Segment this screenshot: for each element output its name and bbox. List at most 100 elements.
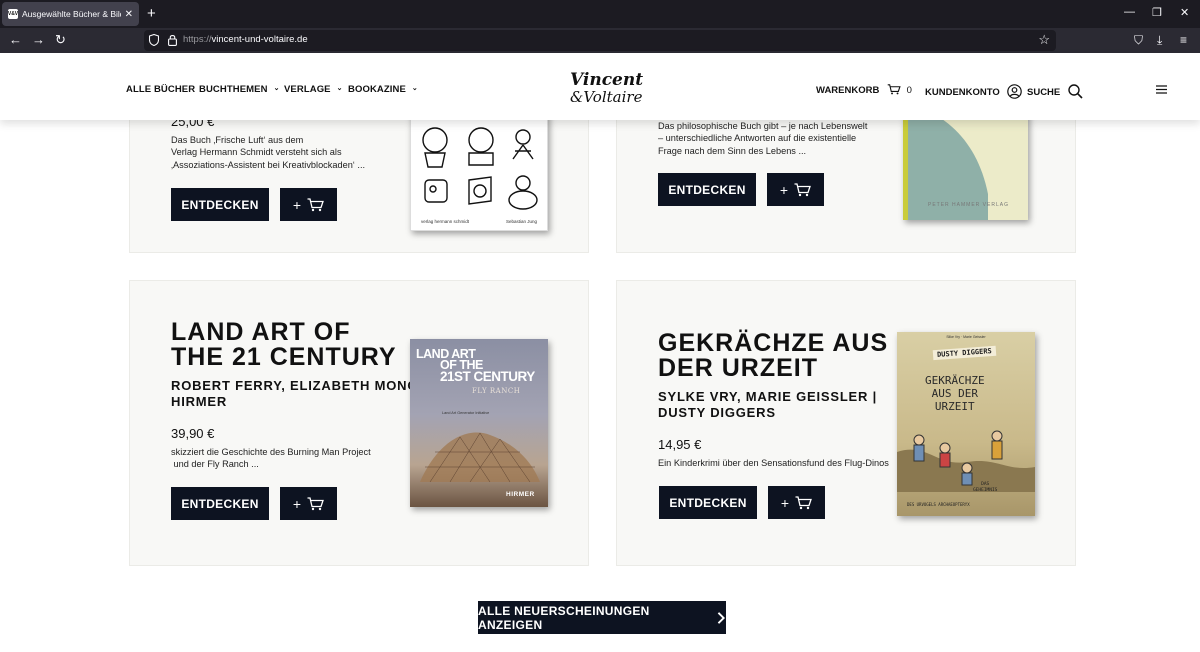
book-title: GEKRÄCHZE AUS DER URZEIT [658, 331, 888, 381]
cover-title-line: AUS DER [931, 387, 978, 400]
cart-icon [794, 182, 811, 196]
book-description: skizziert die Geschichte des Burning Man… [171, 446, 371, 471]
cart-icon [887, 84, 901, 95]
nav-label: BUCHTHEMEN [199, 84, 268, 95]
cover-structure-illustration [420, 432, 540, 483]
description-line: Verlag Hermann Schmidt versteht sich als [171, 147, 342, 158]
description-line: Ein Kinderkrimi über den Sensationsfund … [658, 458, 889, 468]
discover-button[interactable]: ENTDECKEN [659, 486, 757, 519]
cart-link[interactable]: WARENKORB 0 [816, 84, 912, 96]
author-line: SYLKE VRY, MARIE GEISSLER | [658, 389, 878, 404]
chevron-down-icon: ⌄ [336, 85, 343, 92]
book-price: 14,95 € [658, 437, 702, 452]
cart-icon [307, 197, 324, 211]
search-label: SUCHE [1027, 87, 1061, 98]
discover-button[interactable]: ENTDECKEN [658, 173, 756, 206]
add-to-cart-button[interactable]: + [280, 487, 337, 520]
cart-icon [307, 496, 324, 510]
cover-title: GEKRÄCHZE AUS DER URZEIT [925, 374, 985, 413]
cover-author: Sebastian Jung [505, 219, 537, 224]
cart-label: WARENKORB [816, 85, 880, 96]
page-content: 25,00 € Das Buch ‚Frische Luft‘ aus dem … [0, 53, 1200, 652]
back-icon[interactable]: ← [9, 32, 22, 48]
chevron-right-icon [718, 611, 726, 624]
logo-line: &Voltaire [570, 88, 643, 106]
description-line: und der Fly Ranch ... [171, 459, 259, 470]
browser-tab-bar: V&V Ausgewählte Bücher & Bildbä ✕ + — ❐ … [0, 0, 1200, 28]
hamburger-menu-icon[interactable] [1156, 85, 1167, 94]
chevron-down-icon: ⌄ [411, 85, 418, 92]
book-author: SYLKE VRY, MARIE GEISSLER | DUSTY DIGGER… [658, 389, 877, 421]
pocket-icon[interactable]: ⛉ [1134, 33, 1143, 48]
plus-icon: + [779, 181, 789, 198]
description-line: – unterschiedliche Antworten auf die exi… [658, 133, 857, 144]
tab-title: Ausgewählte Bücher & Bildbä [22, 9, 121, 19]
cover-title-line: URZEIT [934, 400, 975, 413]
app-menu-icon[interactable]: ≡ [1180, 33, 1187, 47]
close-tab-icon[interactable]: ✕ [125, 9, 133, 20]
forward-icon[interactable]: → [32, 32, 45, 48]
url-host: vincent-und-voltaire.de [211, 34, 308, 45]
browser-tab[interactable]: V&V Ausgewählte Bücher & Bildbä ✕ [2, 2, 139, 26]
address-bar[interactable]: https://vincent-und-voltaire.de ☆ [144, 30, 1056, 51]
book-cover[interactable]: LAND ART OF THE 21ST CENTURY FLY RANCH L… [410, 339, 548, 507]
cover-publisher: PETER HAMMER VERLAG [928, 202, 1009, 208]
lock-icon[interactable] [168, 34, 177, 46]
cover-subtitle-line: GEHEIMNIS [973, 488, 998, 493]
description-line: Das philosophische Buch gibt – je nach L… [658, 121, 868, 131]
title-line: THE 21 CENTURY [171, 343, 397, 371]
book-card: LAND ART OF THE 21 CENTURY ROBERT FERRY,… [129, 280, 589, 566]
book-description: Ein Kinderkrimi über den Sensationsfund … [658, 457, 889, 469]
cover-subtitle-bottom: DES URVOGELS ARCHAEOPTERYX [907, 502, 970, 507]
nav-publishers[interactable]: VERLAGE ⌄ [284, 84, 343, 95]
bookmark-star-icon[interactable]: ☆ [1038, 32, 1050, 48]
plus-icon: + [292, 196, 302, 213]
chevron-down-icon: ⌄ [273, 85, 280, 92]
cover-subtitle: DAS GEHEIMNIS [973, 482, 997, 494]
nav-book-topics[interactable]: BUCHTHEMEN ⌄ [199, 84, 280, 95]
reload-icon[interactable]: ↻ [55, 32, 66, 48]
author-line: DUSTY DIGGERS [658, 405, 776, 420]
cart-count: 0 [906, 85, 912, 96]
cover-title-line: 21ST CENTURY [440, 369, 535, 384]
shield-icon[interactable] [149, 34, 159, 46]
nav-all-books[interactable]: ALLE BÜCHER [126, 84, 195, 95]
discover-button[interactable]: ENTDECKEN [171, 487, 269, 520]
downloads-icon[interactable]: ⤓ [1157, 33, 1162, 48]
book-description: Das philosophische Buch gibt – je nach L… [658, 120, 867, 157]
add-to-cart-button[interactable]: + [280, 188, 337, 221]
discover-button[interactable]: ENTDECKEN [171, 188, 269, 221]
cover-title: LAND ART OF THE 21ST CENTURY [416, 348, 535, 384]
description-line: Frage nach dem Sinn des Lebens ... [658, 145, 807, 156]
account-label: KUNDENKONTO [925, 87, 1000, 98]
site-header: ALLE BÜCHER BUCHTHEMEN ⌄ VERLAGE ⌄ BOOKAZI… [0, 53, 1200, 120]
url-scheme: https:// [183, 34, 212, 45]
url-text[interactable]: https://vincent-und-voltaire.de [183, 34, 308, 45]
cover-kids-illustration [897, 430, 1035, 492]
description-line: ‚Assoziations-Assistent bei Kreativblock… [171, 159, 366, 170]
minimize-icon[interactable]: — [1124, 6, 1135, 18]
book-description: Das Buch ‚Frische Luft‘ aus dem Verlag H… [171, 134, 365, 171]
logo-line: Vincent [570, 70, 644, 90]
book-cover[interactable]: Silke Vry · Marie Geissler DUSTY DIGGERS… [897, 332, 1035, 516]
all-button-label: ALLE NEUERSCHEINUNGEN ANZEIGEN [478, 603, 650, 632]
plus-icon: + [292, 495, 302, 512]
close-window-icon[interactable]: ✕ [1180, 6, 1189, 19]
new-tab-icon[interactable]: + [147, 5, 156, 22]
description-line: skizziert die Geschichte des Burning Man… [171, 447, 371, 457]
search-link[interactable]: SUCHE [1027, 84, 1083, 99]
title-line: GEKRÄCHZE AUS [658, 329, 889, 357]
cover-subtitle: FLY RANCH [472, 387, 521, 395]
show-all-new-releases-button[interactable]: ALLE NEUERSCHEINUNGEN ANZEIGEN [478, 601, 726, 634]
restore-icon[interactable]: ❐ [1152, 6, 1162, 19]
search-icon [1068, 84, 1083, 99]
nav-label: VERLAGE [284, 84, 331, 95]
cover-publisher: HIRMER [506, 491, 535, 498]
title-line: DER URZEIT [658, 354, 818, 382]
nav-label: BOOKAZINE [348, 84, 406, 95]
site-logo[interactable]: Vincent &Voltaire [570, 70, 644, 111]
nav-bookazine[interactable]: BOOKAZINE ⌄ [348, 84, 418, 95]
add-to-cart-button[interactable]: + [768, 486, 825, 519]
add-to-cart-button[interactable]: + [767, 173, 824, 206]
account-link[interactable]: KUNDENKONTO [925, 84, 1023, 99]
